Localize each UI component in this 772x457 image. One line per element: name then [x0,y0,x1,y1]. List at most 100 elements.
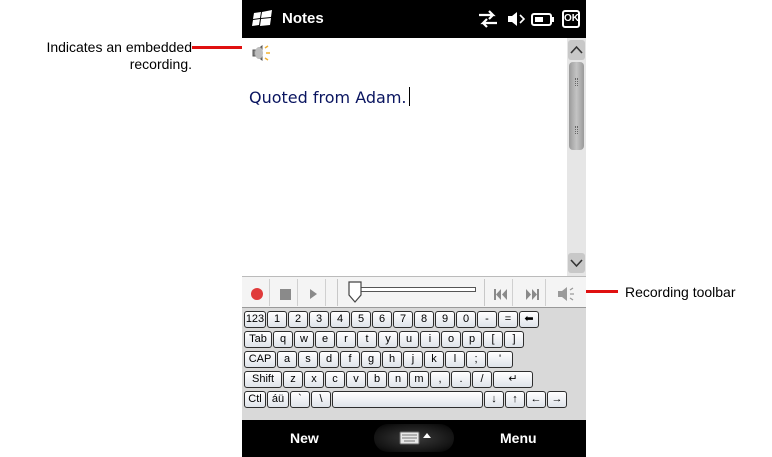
key-semicolon[interactable]: ; [466,351,486,368]
new-softkey[interactable]: New [290,430,319,446]
key-g[interactable]: g [361,351,381,368]
scroll-up-button[interactable] [568,40,585,60]
key-a[interactable]: a [277,351,297,368]
playback-slider-thumb[interactable] [348,281,362,303]
ok-button[interactable]: OK [562,10,580,28]
key-e[interactable]: e [315,331,335,348]
next-icon [526,289,539,300]
chevron-up-icon [570,45,583,54]
key-t[interactable]: t [357,331,377,348]
key-space[interactable] [332,391,483,408]
previous-icon [494,289,507,300]
key-q[interactable]: q [273,331,293,348]
softkey-bar: New Menu [242,420,586,457]
key-arrow-down[interactable]: ↓ [484,391,504,408]
key-w[interactable]: w [294,331,314,348]
battery-icon[interactable] [531,9,555,29]
key-o[interactable]: o [441,331,461,348]
key-ctrl[interactable]: Ctl [244,391,266,408]
key-n[interactable]: n [388,371,408,388]
play-icon [310,289,317,299]
key-m[interactable]: m [409,371,429,388]
key-2[interactable]: 2 [288,311,308,328]
vertical-scrollbar[interactable] [567,38,586,276]
key-8[interactable]: 8 [414,311,434,328]
record-icon [251,288,263,300]
key-arrow-right[interactable]: → [547,391,567,408]
text-cursor [408,87,410,106]
key-9[interactable]: 9 [435,311,455,328]
record-button[interactable] [244,279,270,306]
scroll-thumb[interactable] [569,62,584,150]
soft-keyboard: 123 1 2 3 4 5 6 7 8 9 0 - = ⬅ Tab q w e … [242,308,586,420]
key-tab[interactable]: Tab [244,331,272,348]
play-button[interactable] [300,279,326,306]
key-arrow-up[interactable]: ↑ [505,391,525,408]
key-k[interactable]: k [424,351,444,368]
note-text[interactable]: Quoted from Adam. [249,87,410,107]
volume-icon [558,287,574,301]
key-s[interactable]: s [298,351,318,368]
scroll-down-button[interactable] [568,253,585,273]
volume-button[interactable] [554,279,580,306]
previous-button[interactable] [487,279,513,306]
key-caps[interactable]: CAP [244,351,276,368]
phone-screen: Notes OK Quoted from Adam. 123 1 2 3 4 5… [242,0,586,457]
key-p[interactable]: p [462,331,482,348]
stop-icon [280,289,291,300]
key-enter[interactable]: ↵ [493,371,533,388]
key-123[interactable]: 123 [244,311,266,328]
key-l[interactable]: l [445,351,465,368]
menu-softkey[interactable]: Menu [500,430,537,446]
key-1[interactable]: 1 [267,311,287,328]
key-slash[interactable]: / [472,371,492,388]
key-4[interactable]: 4 [330,311,350,328]
key-backtick[interactable]: ` [290,391,310,408]
key-apostrophe[interactable]: ' [487,351,513,368]
scroll-grip-top [575,78,578,86]
key-b[interactable]: b [367,371,387,388]
key-7[interactable]: 7 [393,311,413,328]
windows-flag-icon[interactable] [252,9,274,29]
speaker-recording-icon[interactable] [250,42,272,64]
key-c[interactable]: c [325,371,345,388]
key-bracket-open[interactable]: [ [483,331,503,348]
key-f[interactable]: f [340,351,360,368]
key-shift[interactable]: Shift [244,371,282,388]
key-arrow-left[interactable]: ← [526,391,546,408]
key-d[interactable]: d [319,351,339,368]
key-v[interactable]: v [346,371,366,388]
key-backslash[interactable]: \ [311,391,331,408]
speaker-muted-icon[interactable] [505,9,525,29]
chevron-down-icon [570,259,583,268]
next-button[interactable] [520,279,546,306]
key-z[interactable]: z [283,371,303,388]
input-panel-button[interactable] [374,424,454,452]
key-0[interactable]: 0 [456,311,476,328]
note-text-content: Quoted from Adam. [249,88,407,107]
key-r[interactable]: r [336,331,356,348]
key-i[interactable]: i [420,331,440,348]
scroll-grip-bottom [575,126,578,134]
key-5[interactable]: 5 [351,311,371,328]
key-accents[interactable]: áü [267,391,289,408]
key-backspace[interactable]: ⬅ [519,311,539,328]
key-6[interactable]: 6 [372,311,392,328]
key-h[interactable]: h [382,351,402,368]
note-editor[interactable]: Quoted from Adam. [242,38,567,276]
connectivity-icon[interactable] [477,9,499,29]
key-x[interactable]: x [304,371,324,388]
key-period[interactable]: . [451,371,471,388]
keyboard-icon [399,431,431,445]
playback-slider-track[interactable] [354,287,476,292]
stop-button[interactable] [272,279,298,306]
key-u[interactable]: u [399,331,419,348]
key-3[interactable]: 3 [309,311,329,328]
key-y[interactable]: y [378,331,398,348]
callout-embedded-recording: Indicates an embedded recording. [46,39,192,72]
key-comma[interactable]: , [430,371,450,388]
key-minus[interactable]: - [477,311,497,328]
key-j[interactable]: j [403,351,423,368]
key-equals[interactable]: = [498,311,518,328]
key-bracket-close[interactable]: ] [504,331,524,348]
